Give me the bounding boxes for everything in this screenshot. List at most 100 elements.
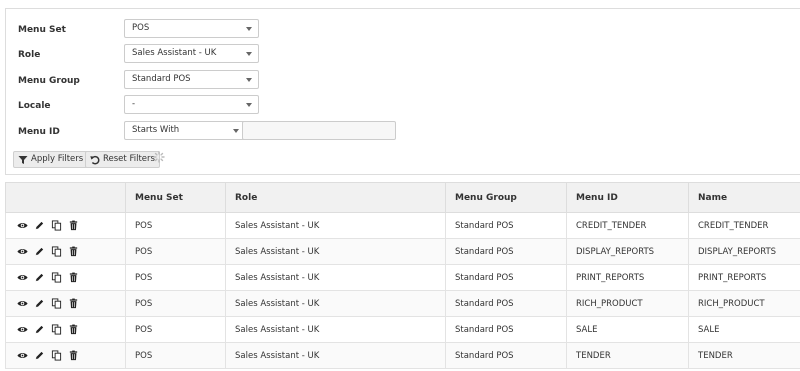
filter-panel: Menu Set POS Role Sales Assistant - UK M… [5,8,800,175]
view-icon[interactable] [17,220,28,231]
table-header-row: Menu Set Role Menu Group Menu ID Name [5,182,800,213]
chevron-down-icon [246,78,252,82]
delete-icon[interactable] [68,246,79,257]
row-actions [5,264,126,291]
row-actions [5,342,126,369]
copy-icon[interactable] [51,350,62,361]
chevron-down-icon [246,103,252,107]
cell-role: Sales Assistant - UK [225,212,446,239]
copy-icon[interactable] [51,324,62,335]
edit-icon[interactable] [34,246,45,257]
menu-id-operator-select[interactable]: Starts With [124,121,246,140]
apply-filters-label: Apply Filters [31,154,84,164]
role-select[interactable]: Sales Assistant - UK [124,44,259,63]
undo-icon [90,155,100,165]
view-icon[interactable] [17,272,28,283]
menu-set-label: Menu Set [18,25,66,35]
column-header-menu-group[interactable]: Menu Group [445,182,567,213]
loading-spinner-icon [153,151,165,163]
menu-set-value: POS [132,23,150,33]
edit-icon[interactable] [34,324,45,335]
delete-icon[interactable] [68,324,79,335]
reset-filters-button[interactable]: Reset Filters [85,151,160,168]
role-value: Sales Assistant - UK [132,48,217,58]
cell-menu-id: RICH_PRODUCT [566,290,689,317]
cell-menu-id: PRINT_REPORTS [566,264,689,291]
menu-table: Menu Set Role Menu Group Menu ID Name PO… [5,182,800,369]
delete-icon[interactable] [68,220,79,231]
view-icon[interactable] [17,350,28,361]
chevron-down-icon [246,27,252,31]
column-header-menu-id[interactable]: Menu ID [566,182,689,213]
cell-menu-group: Standard POS [445,342,567,369]
copy-icon[interactable] [51,298,62,309]
filter-icon [18,156,28,164]
reset-filters-label: Reset Filters [103,154,155,164]
column-header-role[interactable]: Role [225,182,446,213]
edit-icon[interactable] [34,220,45,231]
menu-group-value: Standard POS [132,74,191,84]
menu-set-select[interactable]: POS [124,19,259,38]
menu-id-input[interactable] [242,121,396,140]
delete-icon[interactable] [68,272,79,283]
edit-icon[interactable] [34,272,45,283]
cell-menu-id: TENDER [566,342,689,369]
cell-menu-set: POS [125,290,226,317]
delete-icon[interactable] [68,350,79,361]
cell-menu-id: SALE [566,316,689,343]
cell-menu-set: POS [125,238,226,265]
chevron-down-icon [233,129,239,133]
cell-role: Sales Assistant - UK [225,264,446,291]
row-actions [5,238,126,265]
menu-id-operator-value: Starts With [132,125,180,135]
cell-menu-group: Standard POS [445,316,567,343]
cell-name: RICH_PRODUCT [688,290,800,317]
cell-menu-group: Standard POS [445,290,567,317]
cell-menu-set: POS [125,342,226,369]
row-actions [5,290,126,317]
cell-role: Sales Assistant - UK [225,290,446,317]
cell-name: PRINT_REPORTS [688,264,800,291]
cell-role: Sales Assistant - UK [225,238,446,265]
row-actions [5,316,126,343]
table-row[interactable]: POS Sales Assistant - UK Standard POS SALE S… [5,316,800,343]
cell-menu-group: Standard POS [445,212,567,239]
menu-id-label: Menu ID [18,127,60,137]
table-row[interactable]: POS Sales Assistant - UK Standard POS DISPL… [5,238,800,265]
cell-role: Sales Assistant - UK [225,316,446,343]
cell-menu-set: POS [125,212,226,239]
cell-menu-set: POS [125,316,226,343]
menu-group-select[interactable]: Standard POS [124,70,259,89]
chevron-down-icon [246,52,252,56]
cell-menu-group: Standard POS [445,238,567,265]
column-header-name[interactable]: Name [688,182,800,213]
table-row[interactable]: POS Sales Assistant - UK Standard POS RICH_… [5,290,800,317]
edit-icon[interactable] [34,350,45,361]
view-icon[interactable] [17,246,28,257]
column-header-actions [5,182,126,213]
copy-icon[interactable] [51,220,62,231]
apply-filters-button[interactable]: Apply Filters [13,151,89,168]
row-actions [5,212,126,239]
cell-name: TENDER [688,342,800,369]
view-icon[interactable] [17,324,28,335]
table-row[interactable]: POS Sales Assistant - UK Standard POS PRINT… [5,264,800,291]
locale-value: - [132,99,136,109]
edit-icon[interactable] [34,298,45,309]
view-icon[interactable] [17,298,28,309]
cell-menu-group: Standard POS [445,264,567,291]
copy-icon[interactable] [51,272,62,283]
cell-name: DISPLAY_REPORTS [688,238,800,265]
cell-menu-id: DISPLAY_REPORTS [566,238,689,265]
table-row[interactable]: POS Sales Assistant - UK Standard POS CREDI… [5,212,800,239]
table-row[interactable]: POS Sales Assistant - UK Standard POS TENDE… [5,342,800,369]
cell-role: Sales Assistant - UK [225,342,446,369]
cell-menu-set: POS [125,264,226,291]
copy-icon[interactable] [51,246,62,257]
menu-group-label: Menu Group [18,76,80,86]
delete-icon[interactable] [68,298,79,309]
locale-label: Locale [18,101,51,111]
column-header-menu-set[interactable]: Menu Set [125,182,226,213]
locale-select[interactable]: - [124,95,259,114]
cell-menu-id: CREDIT_TENDER [566,212,689,239]
